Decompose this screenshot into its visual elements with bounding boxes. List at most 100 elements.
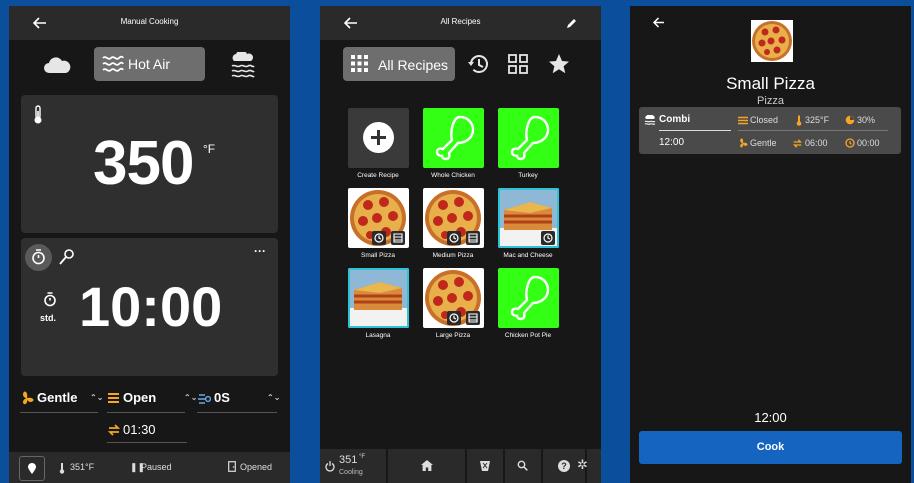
tile-label: Chicken Pot Pie xyxy=(504,332,552,339)
mode-label: Hot Air xyxy=(128,56,171,72)
stopwatch-icon xyxy=(44,292,56,307)
app-bar: All Recipes xyxy=(320,6,601,40)
tile-label: Mac and Cheese xyxy=(503,252,553,259)
recipe-detail-panel: Small Pizza Pizza Combi 12:00 Closed 325… xyxy=(630,6,911,483)
thermometer-icon xyxy=(796,115,802,126)
recipe-tile-large-pizza[interactable] xyxy=(423,268,484,328)
nav-settings[interactable]: ✲ xyxy=(577,449,601,483)
filter-all-recipes-button[interactable]: All Recipes xyxy=(343,47,455,81)
nav-recipes-book[interactable] xyxy=(467,449,503,483)
vent-icon xyxy=(108,393,119,403)
combi-steam-icon xyxy=(644,115,656,125)
pin-icon xyxy=(28,463,36,474)
recipe-tile-whole-chicken[interactable] xyxy=(423,108,484,168)
cycle-icon xyxy=(107,424,121,436)
clock-badge-icon xyxy=(372,231,386,245)
step-time: 12:00 xyxy=(659,137,685,148)
recipe-tile-turkey[interactable] xyxy=(498,108,559,168)
page-title: Manual Cooking xyxy=(120,17,179,26)
humidity-gauge-icon xyxy=(845,115,855,125)
more-options-icon[interactable]: ··· xyxy=(254,244,266,258)
humidity-icon xyxy=(198,394,211,404)
divider xyxy=(107,442,187,443)
recipe-tile-medium-pizza[interactable] xyxy=(423,188,484,248)
history-icon[interactable] xyxy=(467,53,489,75)
favorites-star-icon[interactable] xyxy=(548,53,570,74)
status-bar: 351°F ❚❚ Paused Opened xyxy=(9,452,290,483)
timer-toggle[interactable] xyxy=(25,244,52,271)
divider xyxy=(659,130,731,131)
vent-icon xyxy=(738,116,748,125)
divider xyxy=(738,130,888,131)
door-icon xyxy=(228,461,236,472)
total-time: 12:00 xyxy=(754,410,787,425)
manual-cooking-panel: Manual Cooking Hot Air 350 °F ··· std. 1… xyxy=(9,6,290,483)
nav-home[interactable] xyxy=(388,449,465,483)
chevron-updown-icon: ⌃⌄ xyxy=(184,393,198,402)
steps-badge-icon xyxy=(466,231,480,245)
plus-icon xyxy=(371,130,386,145)
nav-search[interactable] xyxy=(505,449,541,483)
timer-value: 10:00 xyxy=(79,275,223,338)
recipe-name: Small Pizza xyxy=(726,74,815,93)
chevron-updown-icon: ⌃⌄ xyxy=(267,393,281,402)
step-vent: Closed xyxy=(750,115,779,125)
step-humidity: 30% xyxy=(857,115,876,125)
drumstick-icon xyxy=(435,115,475,161)
divider xyxy=(107,412,185,413)
recipe-category: Pizza xyxy=(757,95,784,107)
step-fan: Gentle xyxy=(750,138,777,148)
thermometer-icon xyxy=(59,463,65,474)
gear-icon: ✲ xyxy=(577,457,588,472)
recipe-tile-mac-and-cheese[interactable] xyxy=(498,188,559,248)
plus-circle xyxy=(363,122,394,153)
search-icon xyxy=(517,460,528,471)
divider xyxy=(20,412,98,413)
recipes-panel: All Recipes All Recipes Create Recipe Wh… xyxy=(320,6,601,483)
step-hold: 00:00 xyxy=(857,138,880,148)
hold-timer-icon xyxy=(845,138,855,148)
chef-hat-icon xyxy=(480,461,490,471)
steam-icon[interactable] xyxy=(229,52,257,78)
cloud-icon[interactable] xyxy=(43,56,71,74)
recipe-thumbnail xyxy=(751,20,793,62)
location-button[interactable] xyxy=(19,456,45,481)
clock-badge-icon xyxy=(541,231,555,245)
recipe-tile-chicken-pot-pie[interactable] xyxy=(498,268,559,328)
fan-icon xyxy=(23,391,34,405)
steps-badge-icon xyxy=(391,231,405,245)
drumstick-icon xyxy=(510,275,550,321)
power-icon xyxy=(325,461,335,472)
recipe-step-card[interactable]: Combi 12:00 Closed 325°F 30% Gentle 06:0… xyxy=(639,107,901,154)
temperature-value: 350 xyxy=(93,129,194,198)
recipe-tile-lasagna[interactable] xyxy=(348,268,409,328)
edit-pencil-icon[interactable] xyxy=(566,18,577,29)
state-label: Paused xyxy=(141,462,172,472)
home-icon xyxy=(421,460,433,471)
hot-air-icon xyxy=(102,55,124,72)
recipe-tile-small-pizza[interactable] xyxy=(348,188,409,248)
app-bar: Manual Cooking xyxy=(9,6,290,40)
thermometer-icon xyxy=(34,105,42,124)
back-arrow-icon[interactable] xyxy=(652,16,666,29)
page-title: All Recipes xyxy=(440,17,481,26)
cook-button[interactable]: Cook xyxy=(639,431,902,464)
stopwatch-icon xyxy=(32,249,45,265)
timer-mode-label: std. xyxy=(40,313,57,323)
categories-grid-icon[interactable] xyxy=(508,54,528,74)
help-icon: ? xyxy=(558,460,570,472)
create-recipe-tile[interactable] xyxy=(348,108,409,168)
probe-icon[interactable] xyxy=(59,248,75,266)
cycle-icon xyxy=(792,139,803,148)
pizza-image xyxy=(752,21,792,61)
lasagna-image xyxy=(350,270,407,326)
fan-icon xyxy=(740,138,748,148)
mode-hot-air-button[interactable]: Hot Air xyxy=(94,47,205,81)
step-temp: 325°F xyxy=(805,115,830,125)
step-mode: Combi xyxy=(659,114,691,125)
steps-badge-icon xyxy=(466,311,480,325)
grid-dots-icon xyxy=(351,55,368,72)
chevron-updown-icon: ⌃⌄ xyxy=(90,393,104,402)
step-delay: 06:00 xyxy=(805,138,828,148)
drumstick-icon xyxy=(510,115,550,161)
